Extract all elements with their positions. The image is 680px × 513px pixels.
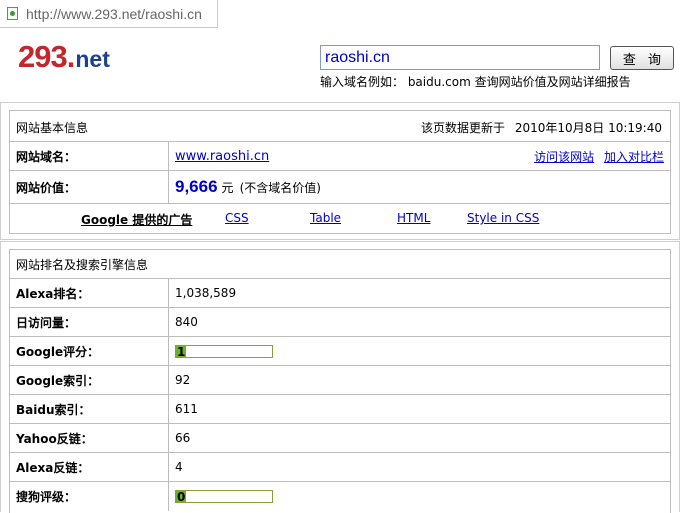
ranking-header-row: 网站排名及搜索引擎信息: [10, 250, 670, 279]
domain-row: 网站域名： www.raoshi.cn 访问该网站 加入对比栏: [10, 142, 670, 171]
pagerank-bar: 1: [175, 344, 273, 359]
logo-suffix: net: [75, 46, 110, 72]
address-url[interactable]: http://www.293.net/raoshi.cn: [26, 6, 202, 22]
rank-row-alexa: Alexa排名： 1,038,589: [10, 279, 670, 308]
rank-value-cell: 66: [168, 424, 670, 452]
ranking-table: 网站排名及搜索引擎信息 Alexa排名： 1,038,589 日访问量： 840…: [9, 249, 671, 513]
rank-value-cell: 840: [168, 308, 670, 336]
site-value-number: 9,666: [175, 177, 218, 196]
add-compare-link[interactable]: 加入对比栏: [604, 150, 664, 164]
logo-number: 293: [18, 39, 68, 74]
domain-actions: 访问该网站 加入对比栏: [534, 148, 664, 165]
rank-label: Yahoo反链：: [16, 431, 93, 446]
rank-value: 611: [175, 402, 198, 416]
ranking-header: 网站排名及搜索引擎信息: [16, 258, 149, 272]
sogou-rank-value: 0: [177, 490, 186, 504]
rank-value-cell: 1,038,589: [168, 279, 670, 307]
visit-site-link[interactable]: 访问该网站: [534, 150, 594, 164]
site-value-unit: 元: [221, 180, 234, 195]
ad-link-style-in-css[interactable]: Style in CSS: [467, 211, 539, 225]
rank-label: Google评分：: [16, 344, 100, 359]
rank-row-daily-visits: 日访问量： 840: [10, 308, 670, 337]
domain-value-cell: www.raoshi.cn 访问该网站 加入对比栏: [168, 142, 670, 170]
rank-row-google-pr: Google评分： 1: [10, 337, 670, 366]
rank-label: Baidu索引：: [16, 402, 91, 417]
site-logo[interactable]: 293.net: [18, 39, 110, 75]
rank-value: 840: [175, 315, 198, 329]
ad-link-table[interactable]: Table: [310, 211, 341, 225]
update-time: 2010年10月8日 10:19:40: [514, 121, 662, 135]
domain-link[interactable]: www.raoshi.cn: [175, 149, 269, 164]
update-label: 该页数据更新于: [421, 121, 506, 135]
rank-value-cell: 1: [168, 337, 670, 365]
address-bar[interactable]: http://www.293.net/raoshi.cn: [0, 0, 218, 28]
rank-row-sogou-rank: 搜狗评级： 0: [10, 482, 670, 511]
rank-row-baidu-index: Baidu索引： 611: [10, 395, 670, 424]
rank-row-google-index: Google索引： 92: [10, 366, 670, 395]
basic-info-panel: 网站基本信息 该页数据更新于 2010年10月8日 10:19:40 网站域名：…: [0, 102, 680, 240]
sogou-rank-bar: 0: [175, 490, 273, 504]
pagerank-value: 1: [177, 344, 186, 359]
page-icon: [7, 7, 18, 20]
rank-value-cell: 92: [168, 366, 670, 394]
rank-label: 搜狗评级：: [16, 490, 77, 504]
rank-value-cell: 4: [168, 453, 670, 481]
rank-label: Alexa排名：: [16, 286, 90, 301]
google-ads-label[interactable]: Google 提供的广告: [81, 211, 192, 228]
site-value-label: 网站价值：: [16, 180, 77, 195]
rank-row-yahoo-backlinks: Yahoo反链： 66: [10, 424, 670, 453]
query-button[interactable]: 查 询: [610, 46, 674, 70]
basic-info-table: 网站基本信息 该页数据更新于 2010年10月8日 10:19:40 网站域名：…: [9, 110, 671, 234]
ad-link-html[interactable]: HTML: [397, 211, 430, 225]
site-value-row: 网站价值： 9,666 元 (不含域名价值): [10, 171, 670, 204]
rank-value-cell: 611: [168, 395, 670, 423]
ad-link-css[interactable]: CSS: [225, 211, 249, 225]
site-value-note: (不含域名价值): [239, 180, 321, 195]
basic-info-header-row: 网站基本信息 该页数据更新于 2010年10月8日 10:19:40: [10, 111, 670, 142]
rank-label: Google索引：: [16, 373, 100, 388]
rank-value: 66: [175, 431, 191, 445]
rank-value: 92: [175, 373, 191, 387]
rank-value: 4: [175, 460, 183, 474]
rank-row-alexa-backlinks: Alexa反链： 4: [10, 453, 670, 482]
ads-row: Google 提供的广告 CSS Table HTML Style in CSS: [10, 204, 670, 233]
update-info: 该页数据更新于 2010年10月8日 10:19:40: [421, 119, 662, 136]
ranking-panel: 网站排名及搜索引擎信息 Alexa排名： 1,038,589 日访问量： 840…: [0, 241, 680, 513]
domain-search-input[interactable]: [320, 45, 600, 70]
rank-value: 1,038,589: [175, 286, 237, 300]
search-hint: 输入域名例如： baidu.com 查询网站价值及网站详细报告: [320, 75, 631, 89]
domain-label: 网站域名：: [16, 149, 77, 164]
basic-info-header: 网站基本信息: [16, 121, 89, 135]
site-value-cell: 9,666 元 (不含域名价值): [168, 171, 670, 203]
rank-label: Alexa反链：: [16, 460, 90, 475]
rank-value-cell: 0: [168, 482, 670, 511]
rank-label: 日访问量：: [16, 315, 77, 330]
